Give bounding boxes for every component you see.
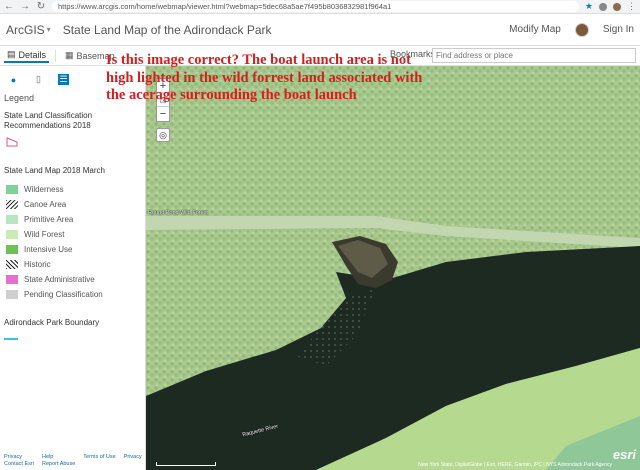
app-header: ArcGIS ▾ State Land Map of the Adirondac… <box>0 14 640 46</box>
toolbar-divider <box>55 49 57 62</box>
legend-item: Wild Forest <box>0 227 145 242</box>
footer-link[interactable]: Privacy <box>124 454 142 468</box>
map-view[interactable]: + ⌂ − ◎ Round Pond Wild Forest Raquette … <box>146 66 640 470</box>
footer-link[interactable]: Contact Esri <box>4 461 34 468</box>
primitive-area-swatch <box>6 215 18 224</box>
legend-item: Primitive Area <box>0 212 145 227</box>
wild-forest-swatch <box>6 230 18 239</box>
locate-button[interactable]: ◎ <box>156 128 170 142</box>
legend-label: Wilderness <box>24 185 64 194</box>
map-imagery <box>146 66 640 470</box>
chevron-down-icon: ▾ <box>46 25 51 34</box>
layer-title-state-land: State Land Map 2018 March <box>4 166 105 175</box>
legend-label: Primitive Area <box>24 215 74 224</box>
legend-label: Historic <box>24 260 51 269</box>
arcgis-logo[interactable]: ArcGIS ▾ <box>6 23 51 37</box>
browser-bar: ← → ↻ https://www.arcgis.com/home/webmap… <box>0 0 640 14</box>
back-arrow-icon[interactable]: ← <box>4 1 14 12</box>
canoe-area-swatch <box>6 200 18 209</box>
footer-col: Help Report Abuse <box>42 454 75 468</box>
layer-title-recommendations: State Land Classification Recommendation… <box>4 111 93 130</box>
content-tab-icon[interactable]: ▯ <box>33 74 44 85</box>
forward-arrow-icon[interactable]: → <box>20 1 30 12</box>
browser-menu-icon[interactable]: ⋮ <box>627 1 636 12</box>
state-administrative-swatch <box>6 275 18 284</box>
info-icon[interactable]: ● <box>8 74 19 85</box>
footer-link[interactable]: Help <box>42 454 75 461</box>
logo-text: ArcGIS <box>6 22 45 37</box>
modify-map-button[interactable]: Modify Map <box>509 24 561 35</box>
legend-label: Canoe Area <box>24 200 67 209</box>
legend-item: Canoe Area <box>0 197 145 212</box>
details-label: Details <box>18 49 47 60</box>
legend-list: Wilderness Canoe Area Primitive Area Wil… <box>0 182 145 302</box>
map-attribution: New York State, DigitalGlobe | Esri, HER… <box>418 462 612 468</box>
legend-panel: ● ▯ ☰ Legend State Land Classification R… <box>0 66 146 470</box>
annotation-text: Is this image correct? The boat launch a… <box>106 52 423 103</box>
legend-item: Intensive Use <box>0 242 145 257</box>
legend-label: Wild Forest <box>24 230 65 239</box>
recommendation-symbol <box>0 131 145 150</box>
legend-item: State Administrative <box>0 272 145 287</box>
pending-classification-swatch <box>6 290 18 299</box>
footer-link[interactable]: Terms of Use <box>83 454 115 468</box>
legend-label: Intensive Use <box>24 245 73 254</box>
search-input[interactable] <box>432 48 636 63</box>
legend-item: Historic <box>0 257 145 272</box>
footer-link[interactable]: Privacy <box>4 454 34 461</box>
intensive-use-swatch <box>6 245 18 254</box>
reload-icon[interactable]: ↻ <box>36 1 46 12</box>
basemap-icon: ▦ <box>65 50 74 60</box>
footer-col: Privacy Contact Esri <box>4 454 34 468</box>
historic-swatch <box>6 260 18 269</box>
sign-in-button[interactable]: Sign In <box>603 24 634 35</box>
zoom-out-button[interactable]: − <box>157 107 169 121</box>
avatar[interactable] <box>574 22 589 37</box>
boundary-line-symbol <box>4 338 18 340</box>
footer-link[interactable]: Report Abuse <box>42 461 75 468</box>
forest-label: Round Pond Wild Forest <box>148 210 208 216</box>
esri-logo: esri <box>612 447 636 462</box>
legend-item: Pending Classification <box>0 287 145 302</box>
pink-outline-icon <box>6 137 18 147</box>
details-button[interactable]: ▤ Details <box>4 48 50 63</box>
bookmark-star-icon[interactable]: ★ <box>585 1 593 12</box>
page-title: State Land Map of the Adirondack Park <box>62 22 272 37</box>
extension-icon[interactable] <box>599 2 607 11</box>
layer-title-boundary: Adirondack Park Boundary <box>4 318 100 327</box>
legend-label: State Administrative <box>24 275 95 284</box>
wilderness-swatch <box>6 185 18 194</box>
address-bar[interactable]: https://www.arcgis.com/home/webmap/viewe… <box>52 1 579 12</box>
legend-label: Pending Classification <box>24 290 103 299</box>
legend-item: Wilderness <box>0 182 145 197</box>
legend-tab-icon[interactable]: ☰ <box>58 74 69 85</box>
details-icon: ▤ <box>7 49 16 59</box>
panel-footer: Privacy Contact Esri Help Report Abuse T… <box>4 454 142 468</box>
scale-bar <box>156 462 216 466</box>
profile-icon[interactable] <box>613 2 621 11</box>
